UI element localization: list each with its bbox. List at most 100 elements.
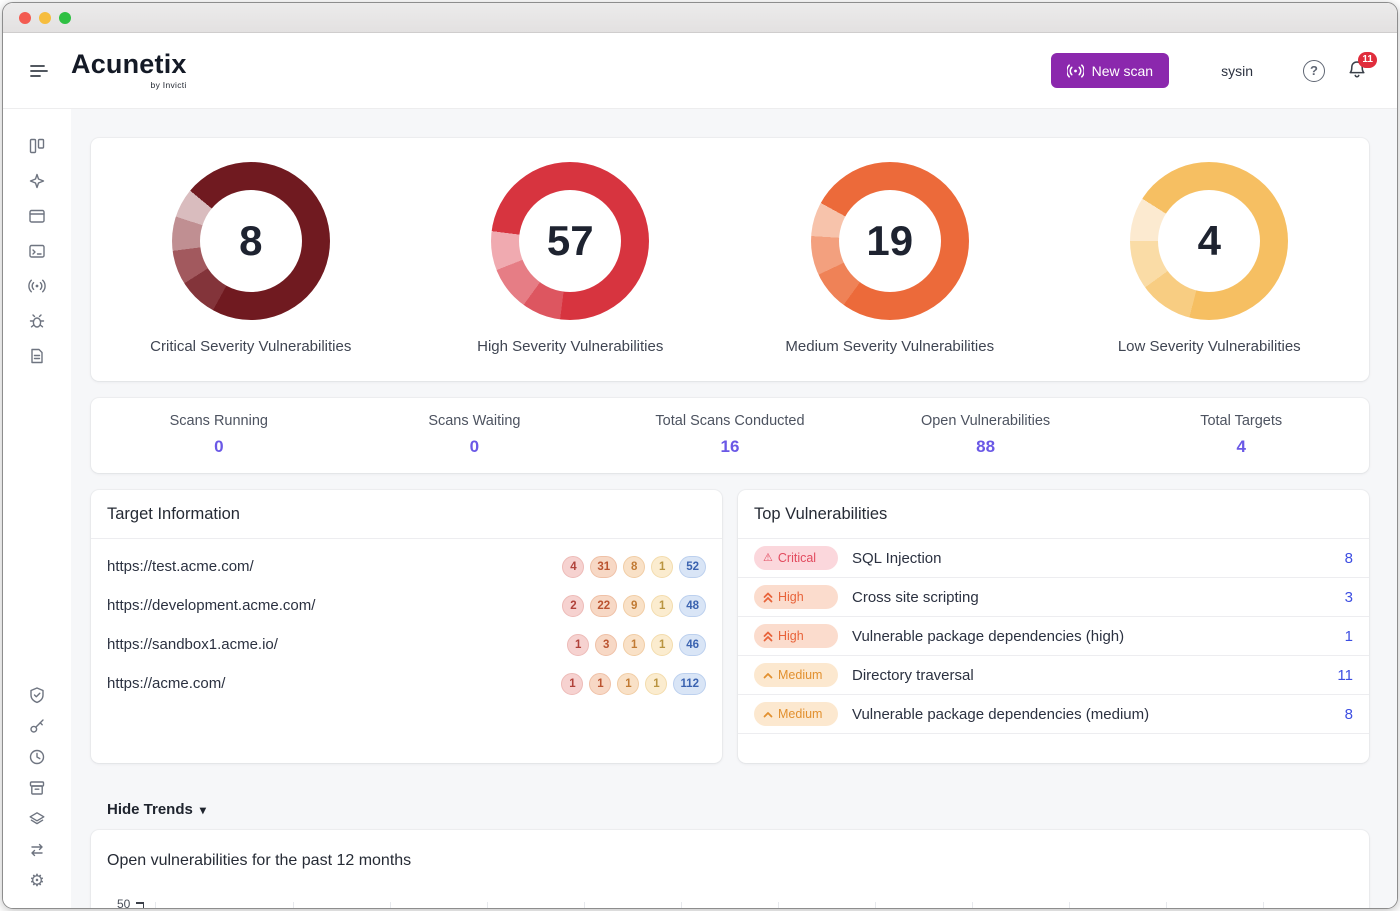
critical-severity-cell: 8 Critical Severity Vulnerabilities: [91, 162, 411, 355]
layers-icon: [28, 810, 46, 828]
sidebar-item-integrations[interactable]: [25, 841, 49, 859]
sidebar: ⚙: [3, 109, 71, 909]
sidebar-item-reports[interactable]: [25, 312, 49, 330]
stat-value[interactable]: 88: [858, 437, 1114, 457]
severity-pill-medium: Medium: [754, 663, 838, 687]
chevron-up-icon: [763, 672, 773, 679]
swap-arrows-icon: [28, 841, 46, 859]
plot-area: [143, 902, 1349, 909]
vulnerability-name: Vulnerable package dependencies (medium): [852, 706, 1149, 723]
low-count-badge: 1: [645, 673, 667, 695]
stat-value[interactable]: 4: [1113, 437, 1369, 457]
medium-severity-cell: 19 Medium Severity Vulnerabilities: [730, 162, 1050, 355]
app-header: Acunetix by Invicti New scan sysin ?: [3, 33, 1397, 109]
stat-value[interactable]: 16: [602, 437, 858, 457]
target-url[interactable]: https://acme.com/: [107, 675, 225, 692]
low-severity-donut[interactable]: 4: [1130, 162, 1288, 320]
terminal-icon: [28, 242, 46, 260]
target-row[interactable]: https://test.acme.com/ 4 31 8 1 52: [91, 547, 722, 586]
sidebar-item-access[interactable]: [25, 717, 49, 735]
trend-chart-card: Open vulnerabilities for the past 12 mon…: [91, 830, 1369, 909]
sidebar-item-discovery[interactable]: [25, 172, 49, 190]
vulnerability-count[interactable]: 1: [1345, 628, 1353, 645]
sidebar-item-archive[interactable]: [25, 779, 49, 797]
stat-total-targets: Total Targets 4: [1113, 413, 1369, 457]
vulnerability-row[interactable]: ⚠ Critical SQL Injection 8: [738, 539, 1369, 578]
menu-button[interactable]: [29, 58, 55, 84]
key-icon: [28, 717, 46, 735]
vulnerability-count[interactable]: 11: [1337, 667, 1353, 684]
sidebar-item-targets[interactable]: [25, 207, 49, 225]
zoom-window-button[interactable]: [59, 12, 71, 24]
minimize-window-button[interactable]: [39, 12, 51, 24]
medium-count-badge: 1: [617, 673, 639, 695]
high-severity-donut[interactable]: 57: [491, 162, 649, 320]
high-count: 57: [547, 217, 594, 265]
critical-severity-donut[interactable]: 8: [172, 162, 330, 320]
sidebar-item-exports[interactable]: [25, 347, 49, 365]
medium-count-badge: 1: [623, 634, 645, 656]
severity-pill-label: High: [778, 629, 804, 643]
close-window-button[interactable]: [19, 12, 31, 24]
low-severity-cell: 4 Low Severity Vulnerabilities: [1050, 162, 1370, 355]
medium-severity-donut[interactable]: 19: [811, 162, 969, 320]
browser-card-icon: [28, 207, 46, 225]
vulnerability-count[interactable]: 3: [1345, 589, 1353, 606]
caret-down-icon: ▾: [200, 803, 206, 817]
vulnerability-name: Vulnerable package dependencies (high): [852, 628, 1124, 645]
sidebar-item-compliance[interactable]: [25, 686, 49, 704]
dashboard-icon: [28, 137, 46, 155]
severity-badges: 2 22 9 1 48: [562, 595, 706, 617]
low-count-badge: 1: [651, 556, 673, 578]
target-url[interactable]: https://sandbox1.acme.io/: [107, 636, 278, 653]
y-axis-tick-mark: [136, 902, 143, 904]
archive-icon: [28, 779, 46, 797]
sidebar-item-scans[interactable]: [25, 242, 49, 260]
severity-badges: 1 3 1 1 46: [567, 634, 706, 656]
vulnerability-row[interactable]: Medium Directory traversal 11: [738, 656, 1369, 695]
vulnerability-row[interactable]: Medium Vulnerable package dependencies (…: [738, 695, 1369, 734]
sidebar-item-activity-log[interactable]: [25, 748, 49, 766]
vulnerability-row[interactable]: High Vulnerable package dependencies (hi…: [738, 617, 1369, 656]
hide-trends-label: Hide Trends: [107, 801, 193, 818]
target-url[interactable]: https://test.acme.com/: [107, 558, 254, 575]
hamburger-icon: [29, 63, 49, 79]
critical-count-badge: 1: [561, 673, 583, 695]
notifications-button[interactable]: 11: [1347, 59, 1367, 83]
sparkle-icon: [28, 172, 46, 190]
severity-summary-card: 8 Critical Severity Vulnerabilities 57 H…: [91, 138, 1369, 381]
sidebar-top-nav: [25, 137, 49, 365]
sidebar-item-settings[interactable]: ⚙: [25, 872, 49, 890]
target-row[interactable]: https://sandbox1.acme.io/ 1 3 1 1 46: [91, 625, 722, 664]
severity-pill-high: High: [754, 585, 838, 609]
user-menu[interactable]: sysin: [1221, 63, 1253, 79]
stat-total-scans: Total Scans Conducted 16: [602, 413, 858, 457]
hide-trends-toggle[interactable]: Hide Trends ▾: [107, 801, 206, 818]
vulnerability-count[interactable]: 8: [1345, 706, 1353, 723]
top-vulnerabilities-card: Top Vulnerabilities ⚠ Critical SQL Injec…: [738, 490, 1369, 763]
sidebar-item-vulnerabilities[interactable]: [25, 277, 49, 295]
document-icon: [28, 347, 46, 365]
brand-subtitle: by Invicti: [71, 80, 187, 90]
top-vulnerabilities-title: Top Vulnerabilities: [754, 505, 887, 523]
window-titlebar: [3, 3, 1397, 33]
target-url[interactable]: https://development.acme.com/: [107, 597, 315, 614]
target-information-title: Target Information: [107, 505, 240, 523]
brand-logo[interactable]: Acunetix by Invicti: [71, 51, 187, 90]
sidebar-item-layers[interactable]: [25, 810, 49, 828]
help-button[interactable]: ?: [1303, 60, 1325, 82]
chevron-up-icon: [763, 711, 773, 718]
stat-value[interactable]: 0: [91, 437, 347, 457]
new-scan-button[interactable]: New scan: [1051, 53, 1169, 88]
vulnerability-row[interactable]: High Cross site scripting 3: [738, 578, 1369, 617]
severity-pill-label: Medium: [778, 668, 822, 682]
sidebar-item-dashboard[interactable]: [25, 137, 49, 155]
vulnerability-count[interactable]: 8: [1345, 550, 1353, 567]
low-count: 4: [1198, 217, 1221, 265]
stat-scans-running: Scans Running 0: [91, 413, 347, 457]
stat-value[interactable]: 0: [347, 437, 603, 457]
target-row[interactable]: https://acme.com/ 1 1 1 1 112: [91, 664, 722, 703]
info-count-badge: 112: [673, 673, 706, 695]
target-row[interactable]: https://development.acme.com/ 2 22 9 1 4…: [91, 586, 722, 625]
medium-count-badge: 9: [623, 595, 645, 617]
